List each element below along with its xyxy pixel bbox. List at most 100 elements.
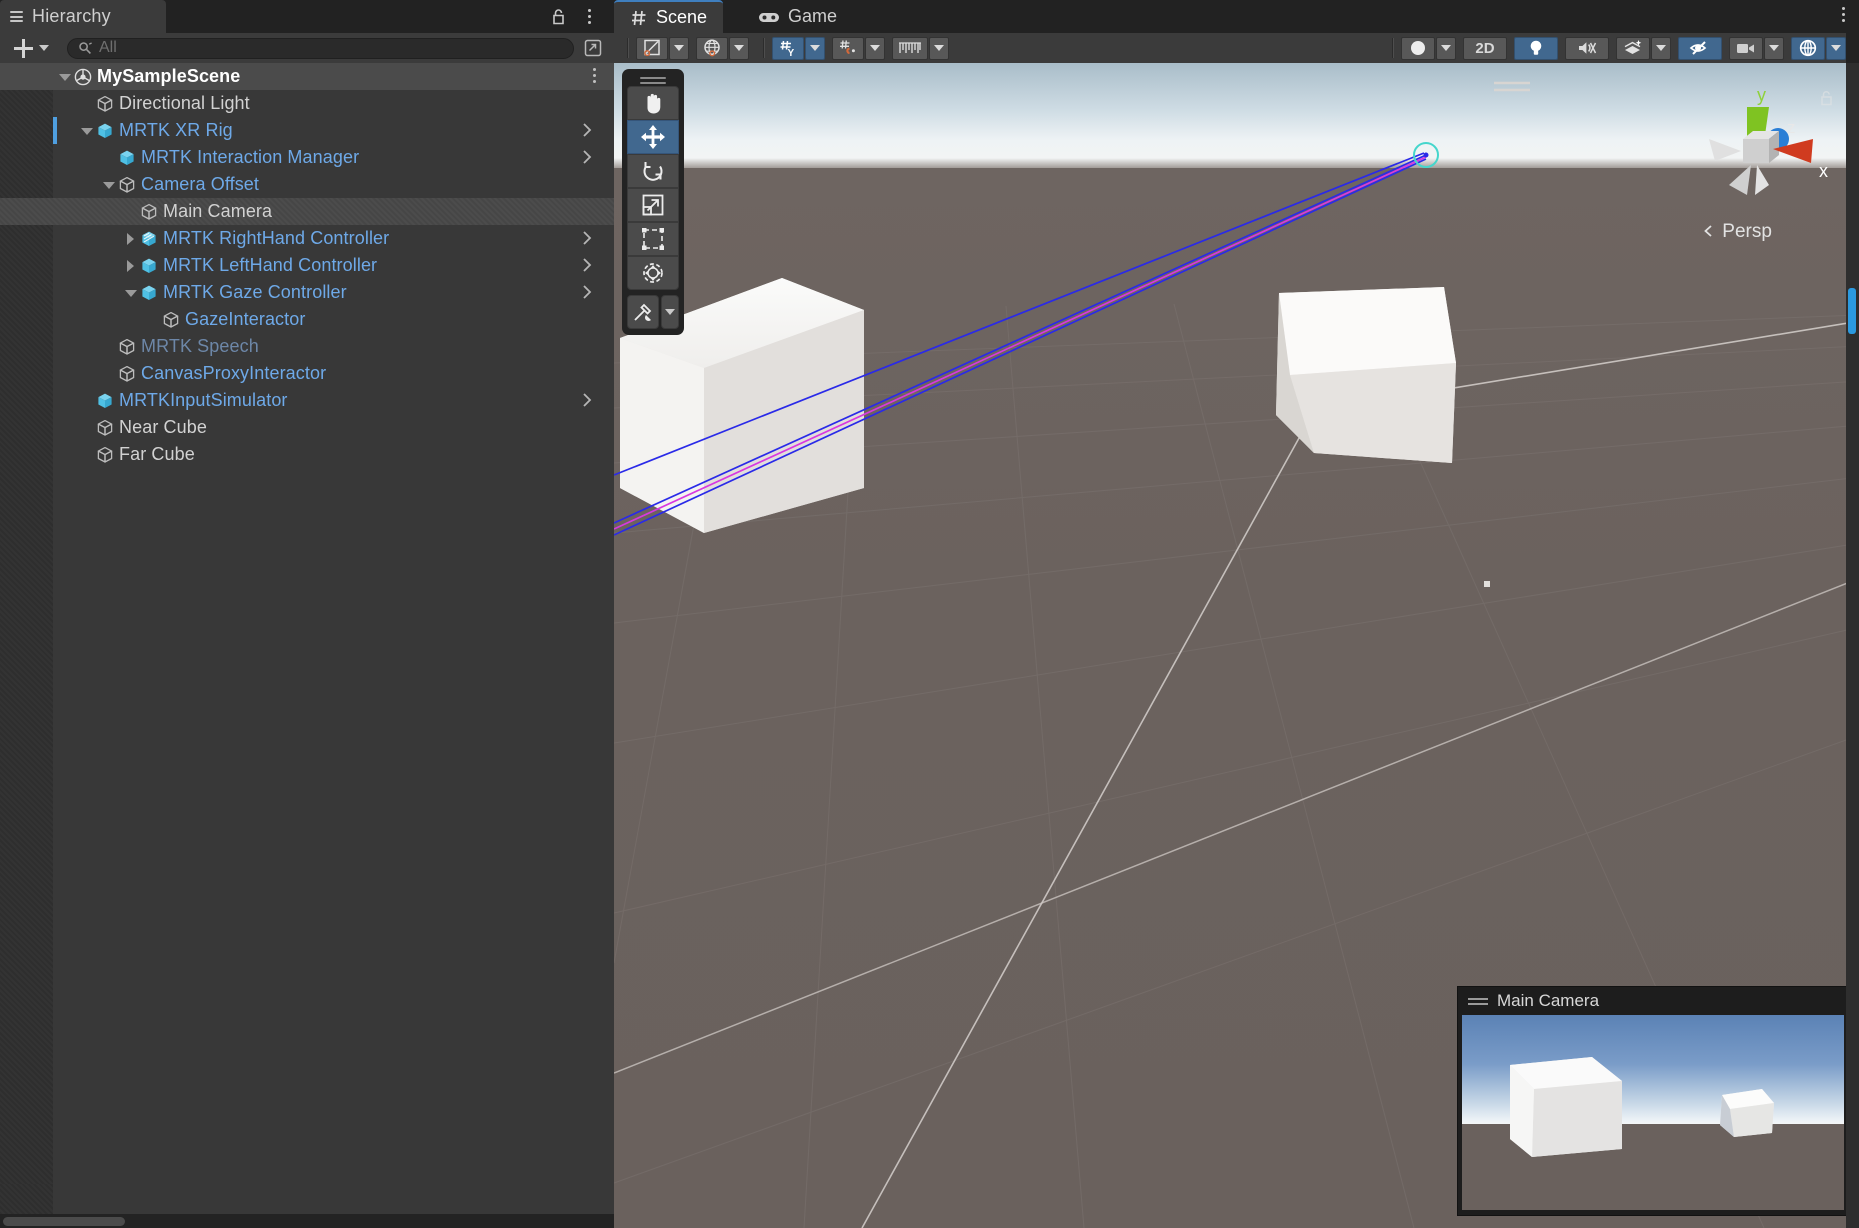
open-in-new-icon[interactable]	[580, 36, 606, 60]
custom-tools-button[interactable]	[627, 295, 659, 329]
hierarchy-row-camera-offset[interactable]: Camera Offset	[0, 171, 614, 198]
twisty-right-icon[interactable]	[123, 231, 139, 247]
chevron-right-icon[interactable]	[582, 392, 592, 408]
grid-visibility-button[interactable]: Y	[772, 37, 804, 60]
grid-hash-icon	[630, 9, 648, 27]
hierarchy-row-mysamplescene[interactable]: MySampleScene	[0, 63, 614, 90]
gizmo-toggle-dropdown[interactable]	[1826, 37, 1846, 60]
hierarchy-row-mrtk-xr-rig[interactable]: MRTK XR Rig	[0, 117, 614, 144]
twisty-down-icon[interactable]	[79, 123, 95, 139]
preview-far-cube	[1720, 1089, 1774, 1137]
scene-light-toggle[interactable]	[1514, 37, 1558, 60]
drag-handle-icon[interactable]	[627, 74, 679, 86]
hand-tool[interactable]	[627, 86, 679, 120]
chevron-right-icon[interactable]	[582, 284, 592, 300]
twisty-spacer	[123, 204, 139, 220]
row-kebab-menu-icon[interactable]	[593, 68, 596, 83]
scene-view-gizmo[interactable]: y z x Persp	[1695, 77, 1845, 247]
hierarchy-row-canvasproxyinteractor[interactable]: CanvasProxyInteractor	[0, 360, 614, 387]
scene-camera-button[interactable]	[1729, 37, 1763, 60]
chevron-right-icon[interactable]	[582, 230, 592, 246]
twisty-down-icon[interactable]	[101, 177, 117, 193]
gamepad-icon	[758, 9, 780, 25]
rotate-tool[interactable]	[627, 154, 679, 188]
scene-tool-palette[interactable]	[622, 69, 684, 335]
add-gameobject-button[interactable]	[8, 36, 55, 60]
scene-lighting-dropdown[interactable]	[729, 37, 749, 60]
twisty-spacer	[79, 393, 95, 409]
hierarchy-row-main-camera[interactable]: Main Camera	[0, 198, 614, 225]
hierarchy-row-near-cube[interactable]: Near Cube	[0, 414, 614, 441]
hierarchy-row-label: Directional Light	[119, 93, 250, 114]
chevron-down-icon	[1656, 45, 1666, 51]
scale-tool[interactable]	[627, 188, 679, 222]
hierarchy-row-mrtk-gaze-controller[interactable]: MRTK Gaze Controller	[0, 279, 614, 306]
hidden-objects-toggle[interactable]	[1678, 37, 1722, 60]
scene-kebab-menu-icon[interactable]	[1842, 7, 1845, 22]
hierarchy-row-gazeinteractor[interactable]: GazeInteractor	[0, 306, 614, 333]
grid-dropdown[interactable]	[805, 37, 825, 60]
chevron-down-icon	[810, 45, 820, 51]
chevron-right-icon[interactable]	[582, 257, 592, 273]
ruler-dropdown[interactable]	[929, 37, 949, 60]
hierarchy-row-mrtk-lefthand-controller[interactable]: MRTK LeftHand Controller	[0, 252, 614, 279]
hierarchy-row-far-cube[interactable]: Far Cube	[0, 441, 614, 468]
kebab-menu-icon[interactable]	[580, 7, 598, 26]
chevron-down-icon	[934, 45, 944, 51]
move-tool[interactable]	[627, 120, 679, 154]
hierarchy-row-directional-light[interactable]: Directional Light	[0, 90, 614, 117]
hierarchy-row-label: MRTK RightHand Controller	[163, 228, 389, 249]
scene-camera-dropdown[interactable]	[1764, 37, 1784, 60]
twisty-down-icon[interactable]	[123, 285, 139, 301]
draw-mode-dropdown[interactable]	[669, 37, 689, 60]
hierarchy-row-mrtk-interaction-manager[interactable]: MRTK Interaction Manager	[0, 144, 614, 171]
viewport-grip	[1494, 83, 1530, 90]
scrollbar-thumb[interactable]	[3, 1217, 125, 1226]
hierarchy-row-mrtk-speech[interactable]: MRTK Speech	[0, 333, 614, 360]
gizmo-axis-y-label: y	[1757, 85, 1766, 105]
twisty-right-icon[interactable]	[123, 258, 139, 274]
search-input[interactable]: All	[67, 38, 574, 59]
hierarchy-horizontal-scrollbar[interactable]	[0, 1214, 614, 1228]
drag-handle-icon[interactable]	[1468, 998, 1488, 1005]
twisty-down-icon[interactable]	[57, 69, 73, 85]
chevron-down-icon	[1769, 45, 1779, 51]
gizmo-projection-label[interactable]: Persp	[1701, 221, 1772, 243]
gizmos-shading-button[interactable]	[1401, 37, 1435, 60]
tab-hierarchy[interactable]: Hierarchy	[0, 0, 166, 33]
hierarchy-tree[interactable]: MySampleScene Directional Light MRTK XR Ri…	[0, 63, 614, 1184]
toggle-2d-label: 2D	[1475, 40, 1494, 57]
chevron-right-icon[interactable]	[582, 149, 592, 165]
tab-scene[interactable]: Scene	[614, 0, 723, 33]
rect-transform-tool[interactable]	[627, 222, 679, 256]
chevron-down-icon	[1441, 45, 1451, 51]
effects-toggle[interactable]	[1616, 37, 1650, 60]
gizmo-lock-open-icon[interactable]	[1819, 89, 1835, 107]
chevron-down-icon	[674, 45, 684, 51]
hierarchy-row-label: Far Cube	[119, 444, 195, 465]
scene-right-strip[interactable]	[1846, 63, 1859, 1228]
hierarchy-row-mrtk-righthand-controller[interactable]: MRTK RightHand Controller	[0, 225, 614, 252]
draw-mode-button[interactable]	[636, 37, 668, 60]
hierarchy-row-label: MRTK XR Rig	[119, 120, 233, 141]
chevron-right-icon[interactable]	[582, 122, 592, 138]
transform-tool[interactable]	[627, 256, 679, 290]
gizmos-shading-dropdown[interactable]	[1436, 37, 1456, 60]
scene-toolbar: Y	[614, 33, 1859, 63]
camera-preview-panel[interactable]: Main Camera	[1457, 986, 1849, 1216]
hierarchy-row-mrtkinputsimulator[interactable]: MRTKInputSimulator	[0, 387, 614, 414]
toggle-2d-button[interactable]: 2D	[1463, 37, 1507, 60]
gizmo-toggle-button[interactable]	[1791, 37, 1825, 60]
custom-tools-dropdown[interactable]	[661, 295, 679, 329]
scene-viewport[interactable]: y z x Persp	[614, 63, 1859, 1228]
prefab-icon	[139, 256, 159, 276]
scene-lighting-button[interactable]	[696, 37, 728, 60]
effects-dropdown[interactable]	[1651, 37, 1671, 60]
scene-scroll-indicator[interactable]	[1848, 288, 1856, 334]
snap-increment-button[interactable]	[832, 37, 864, 60]
lock-open-icon[interactable]	[550, 7, 568, 26]
audio-mute-toggle[interactable]	[1565, 37, 1609, 60]
snap-dropdown[interactable]	[865, 37, 885, 60]
tab-game[interactable]: Game	[742, 0, 853, 33]
ruler-button[interactable]	[892, 37, 928, 60]
